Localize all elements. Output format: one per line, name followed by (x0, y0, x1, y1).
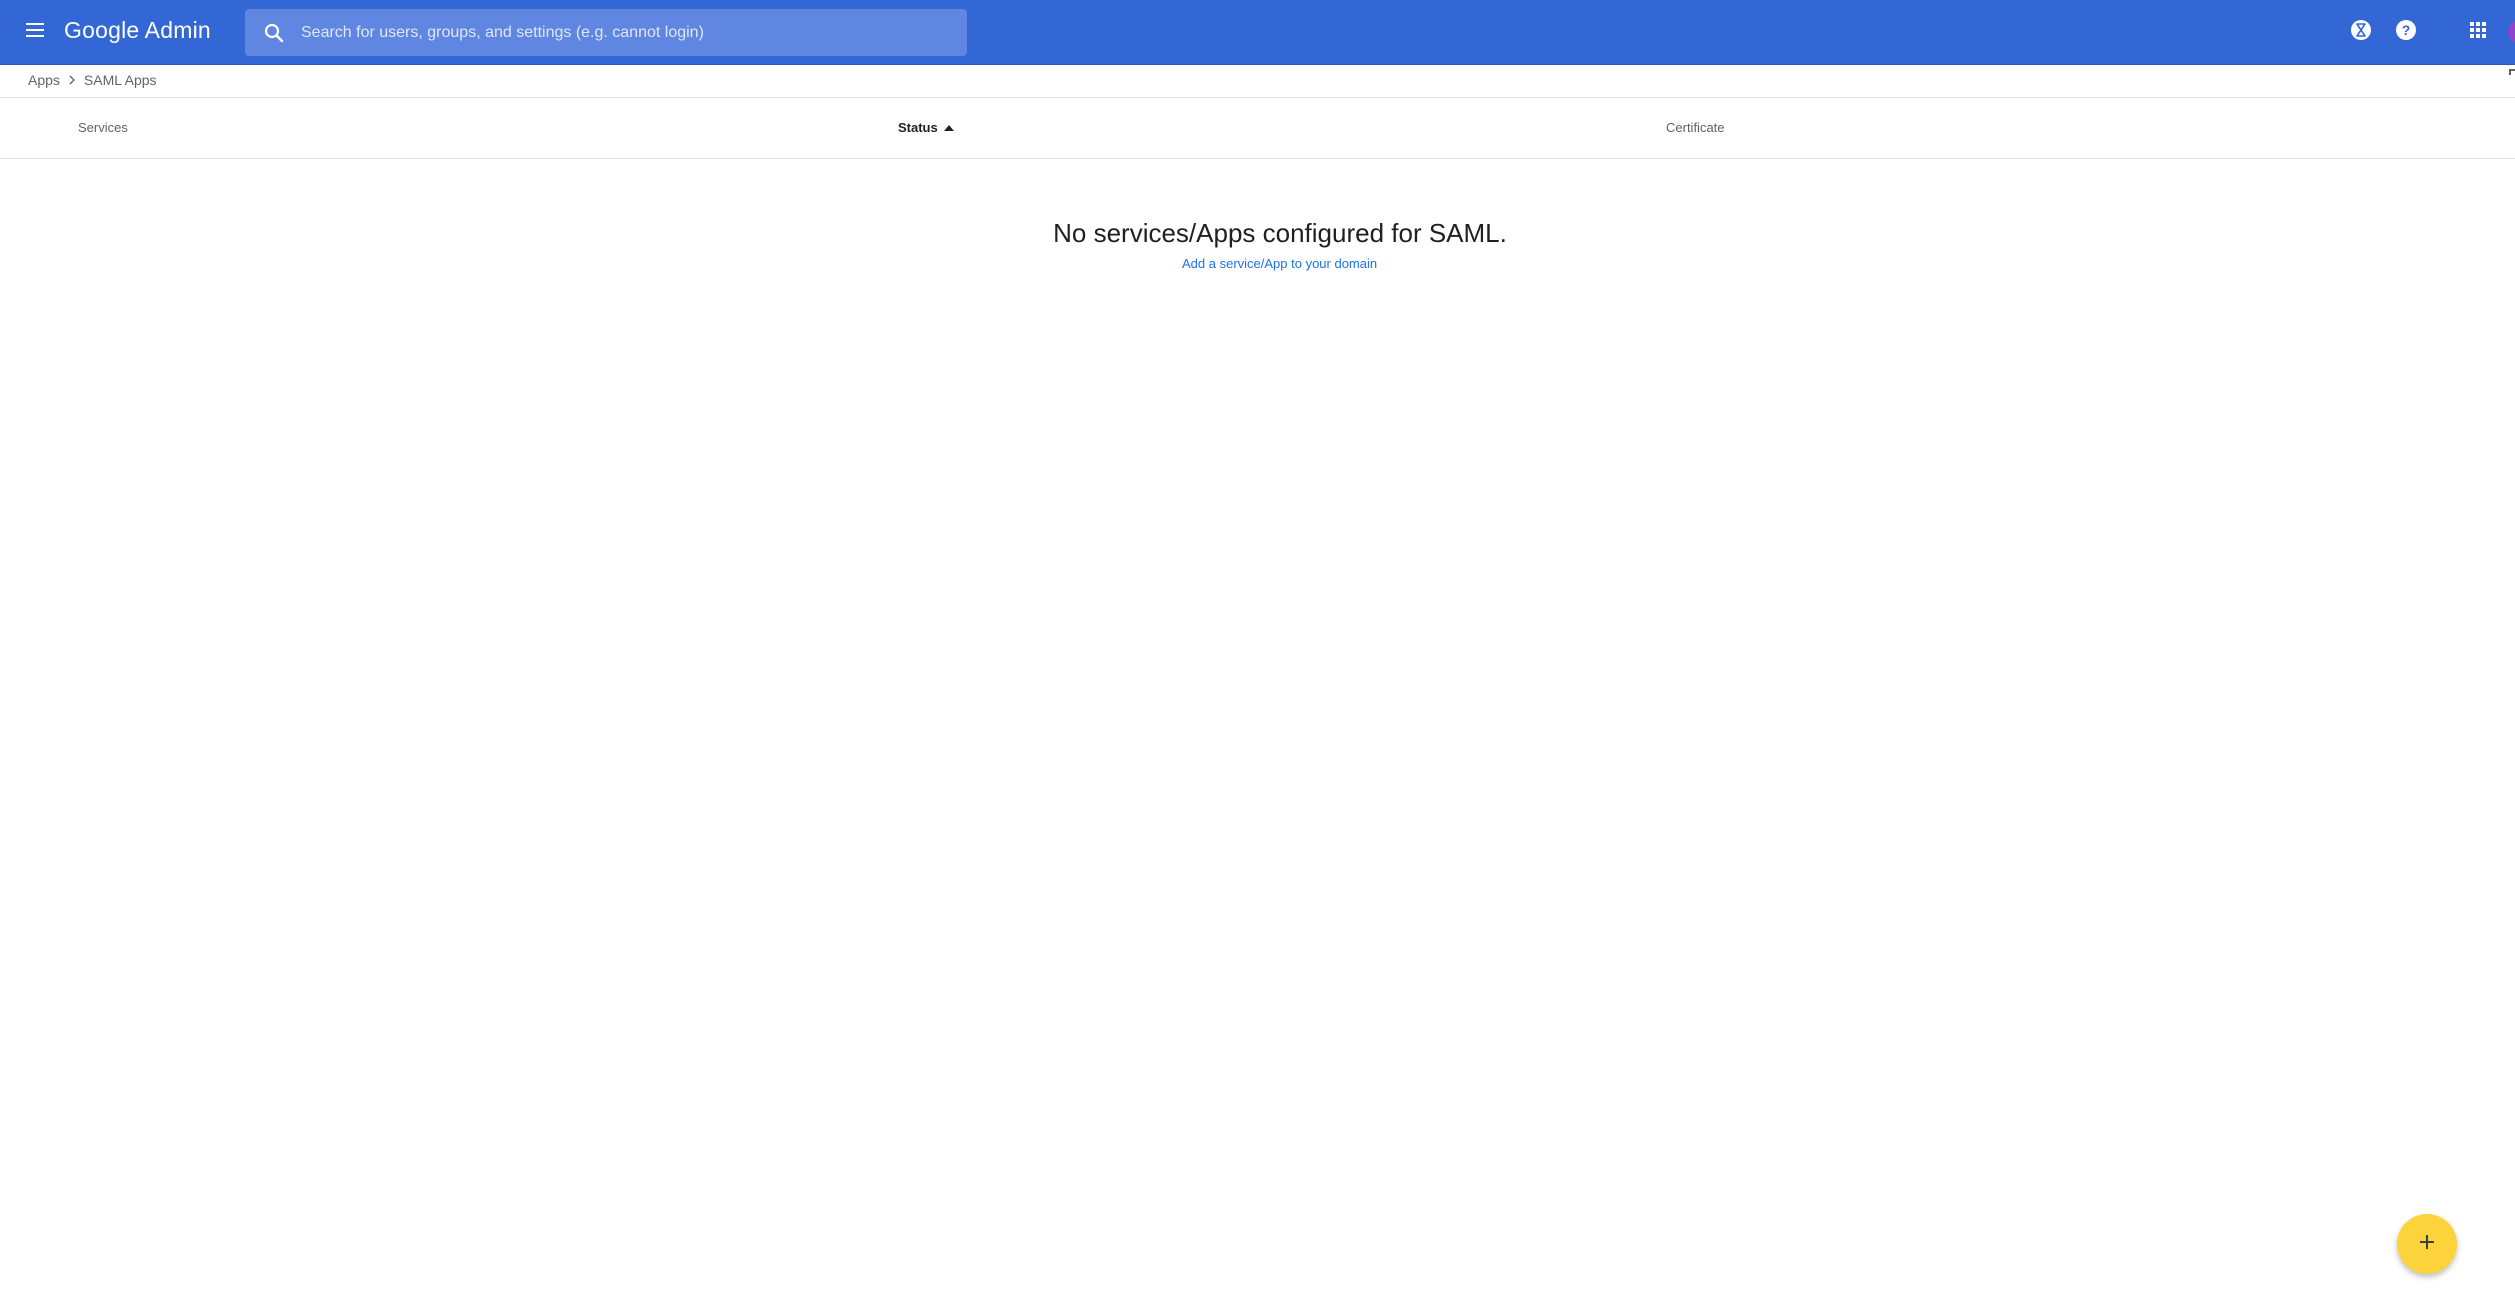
sort-ascending-icon (943, 124, 954, 131)
hourglass-icon (2350, 19, 2372, 46)
corner-arrow-icon (2509, 69, 2515, 75)
add-service-link[interactable]: Add a service/App to your domain (1182, 256, 1377, 271)
search-icon (262, 21, 286, 45)
help-button[interactable]: ? (2393, 19, 2419, 45)
column-header-services[interactable]: Services (78, 120, 128, 135)
chevron-right-icon (68, 75, 76, 85)
empty-state-message: No services/Apps configured for SAML. (1053, 218, 1507, 248)
hourglass-button[interactable] (2348, 19, 2374, 45)
top-app-bar: Google Admin ? (0, 0, 2515, 65)
search-input[interactable] (299, 9, 949, 56)
column-header-status[interactable]: Status (898, 120, 954, 135)
apps-launcher-button[interactable] (2465, 19, 2491, 45)
search-bar[interactable] (245, 9, 967, 56)
breadcrumb-bar: Apps SAML Apps (0, 65, 2515, 98)
app-logo[interactable]: Google Admin (64, 17, 211, 44)
column-header-certificate[interactable]: Certificate (1666, 120, 1725, 135)
add-app-fab[interactable] (2397, 1214, 2457, 1274)
column-header-status-label: Status (898, 120, 938, 135)
breadcrumb-current: SAML Apps (83, 72, 157, 88)
plus-icon (2419, 1234, 2435, 1255)
breadcrumb-apps-link[interactable]: Apps (28, 72, 60, 88)
help-icon: ? (2395, 19, 2417, 46)
breadcrumb: Apps SAML Apps (28, 72, 157, 88)
main-menu-button[interactable] (20, 16, 52, 48)
svg-text:?: ? (2402, 22, 2411, 38)
apps-grid-icon (2469, 21, 2487, 44)
account-avatar[interactable] (2508, 20, 2515, 44)
table-header: Services Status Certificate (0, 99, 2515, 159)
menu-icon (25, 22, 47, 43)
